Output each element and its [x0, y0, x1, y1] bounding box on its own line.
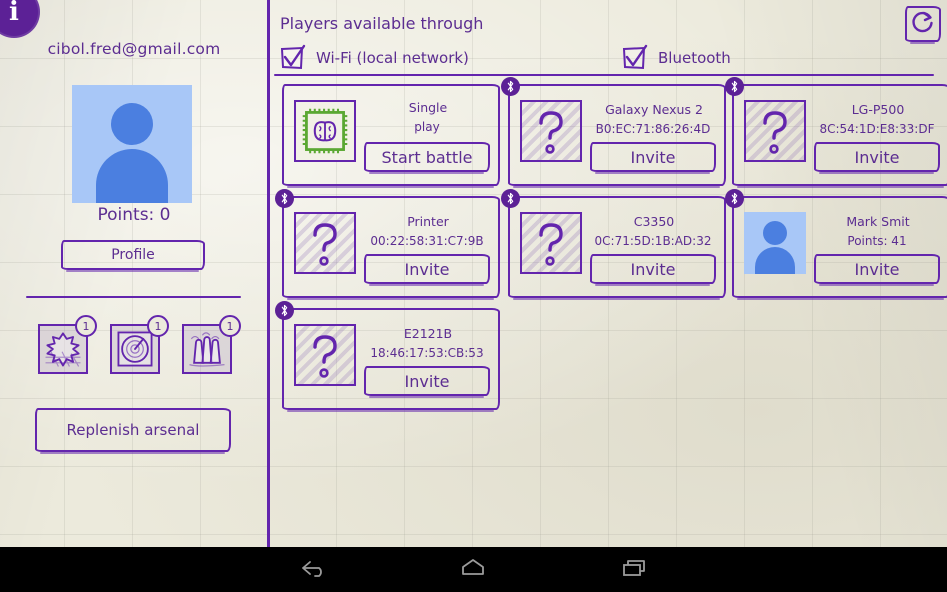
invite-button-label: Invite — [855, 148, 900, 167]
profile-button[interactable]: Profile — [61, 240, 205, 270]
invite-button[interactable]: Invite — [364, 366, 490, 396]
player-card-subtitle: 8C:54:1D:E8:33:DF — [810, 122, 944, 136]
filter-bluetooth-label: Bluetooth — [658, 49, 731, 67]
player-card-subtitle: 18:46:17:53:CB:53 — [360, 346, 494, 360]
player-card-name: Printer — [364, 214, 492, 229]
unknown-device-icon — [294, 324, 356, 386]
player-card-lg-p500[interactable]: LG-P500 8C:54:1D:E8:33:DF Invite — [732, 84, 947, 186]
player-card-single-play[interactable]: Single play Start battle — [282, 84, 500, 186]
invite-button[interactable]: Invite — [814, 142, 940, 172]
home-icon — [458, 555, 488, 585]
account-sidebar: i cibol.fred@gmail.com Points: 0 Profile… — [0, 0, 268, 547]
arsenal-row: 1 1 — [32, 318, 247, 378]
player-card-mark-smit[interactable]: Mark Smit Points: 41 Invite — [732, 196, 947, 298]
player-card-subtitle: play — [360, 120, 494, 134]
start-battle-label: Start battle — [382, 148, 473, 167]
avatar — [72, 85, 192, 203]
unknown-device-icon — [520, 100, 582, 162]
arsenal-item-mine[interactable]: 1 — [38, 324, 88, 374]
player-card-name: C3350 — [590, 214, 718, 229]
invite-button[interactable]: Invite — [590, 142, 716, 172]
replenish-arsenal-label: Replenish arsenal — [67, 421, 200, 439]
avatar-head — [111, 103, 153, 145]
filter-bluetooth[interactable]: Bluetooth — [620, 44, 731, 72]
filter-wifi-label: Wi-Fi (local network) — [316, 49, 469, 67]
player-card-subtitle: 0C:71:5D:1B:AD:32 — [586, 234, 720, 248]
unknown-device-icon — [520, 212, 582, 274]
page-title: Players available through — [280, 14, 483, 33]
player-card-name: Single — [364, 100, 492, 115]
player-card-c3350[interactable]: C3350 0C:71:5D:1B:AD:32 Invite — [508, 196, 726, 298]
bluetooth-icon — [275, 301, 294, 320]
back-icon — [299, 555, 329, 585]
invite-button-label: Invite — [631, 148, 676, 167]
bluetooth-icon — [501, 189, 520, 208]
recents-button[interactable] — [595, 547, 675, 592]
profile-button-label: Profile — [111, 247, 155, 263]
invite-button-label: Invite — [405, 260, 450, 279]
player-card-name: Mark Smit — [814, 214, 942, 229]
refresh-icon — [911, 10, 935, 38]
wifi-checkbox[interactable] — [278, 44, 306, 72]
start-battle-button[interactable]: Start battle — [364, 142, 490, 172]
bluetooth-icon — [501, 77, 520, 96]
back-button[interactable] — [274, 547, 354, 592]
recents-icon — [620, 555, 650, 585]
players-panel: Players available through Wi-Fi (local n… — [272, 0, 947, 547]
bluetooth-icon — [725, 77, 744, 96]
bluetooth-checkbox[interactable] — [620, 44, 648, 72]
player-card-name: Galaxy Nexus 2 — [590, 102, 718, 117]
player-card-galaxy-nexus-2[interactable]: Galaxy Nexus 2 B0:EC:71:86:26:4D Invite — [508, 84, 726, 186]
invite-button-label: Invite — [631, 260, 676, 279]
arsenal-item-radar[interactable]: 1 — [110, 324, 160, 374]
player-card-printer[interactable]: Printer 00:22:58:31:C7:9B Invite — [282, 196, 500, 298]
player-card-subtitle: 00:22:58:31:C7:9B — [360, 234, 494, 248]
replenish-arsenal-button[interactable]: Replenish arsenal — [35, 408, 231, 452]
arsenal-badge-radar: 1 — [147, 315, 169, 337]
avatar-body — [96, 149, 168, 203]
sidebar-divider — [26, 296, 241, 298]
points-label: Points: 0 — [0, 205, 268, 225]
player-card-e2121b[interactable]: E2121B 18:46:17:53:CB:53 Invite — [282, 308, 500, 410]
player-avatar — [744, 212, 806, 274]
ai-chip-icon — [294, 100, 356, 162]
header-divider — [274, 74, 934, 76]
player-avatar-body — [755, 247, 795, 274]
info-icon[interactable]: i — [0, 0, 40, 38]
invite-button-label: Invite — [855, 260, 900, 279]
info-icon-glyph: i — [9, 0, 19, 25]
invite-button-label: Invite — [405, 372, 450, 391]
refresh-button[interactable] — [905, 6, 941, 42]
android-navigation-bar — [0, 547, 947, 592]
player-card-subtitle: B0:EC:71:86:26:4D — [586, 122, 720, 136]
invite-button[interactable]: Invite — [590, 254, 716, 284]
arsenal-item-missiles[interactable]: 1 — [182, 324, 232, 374]
bluetooth-icon — [725, 189, 744, 208]
player-avatar-head — [763, 221, 787, 245]
player-card-subtitle: Points: 41 — [810, 234, 944, 248]
unknown-device-icon — [744, 100, 806, 162]
filter-wifi[interactable]: Wi-Fi (local network) — [278, 44, 469, 72]
arsenal-badge-missiles: 1 — [219, 315, 241, 337]
account-email: cibol.fred@gmail.com — [0, 40, 268, 58]
player-card-name: E2121B — [364, 326, 492, 341]
invite-button[interactable]: Invite — [814, 254, 940, 284]
arsenal-badge-mine: 1 — [75, 315, 97, 337]
panel-divider — [267, 0, 270, 547]
invite-button[interactable]: Invite — [364, 254, 490, 284]
bluetooth-icon — [275, 189, 294, 208]
unknown-device-icon — [294, 212, 356, 274]
player-card-name: LG-P500 — [814, 102, 942, 117]
home-button[interactable] — [433, 547, 513, 592]
